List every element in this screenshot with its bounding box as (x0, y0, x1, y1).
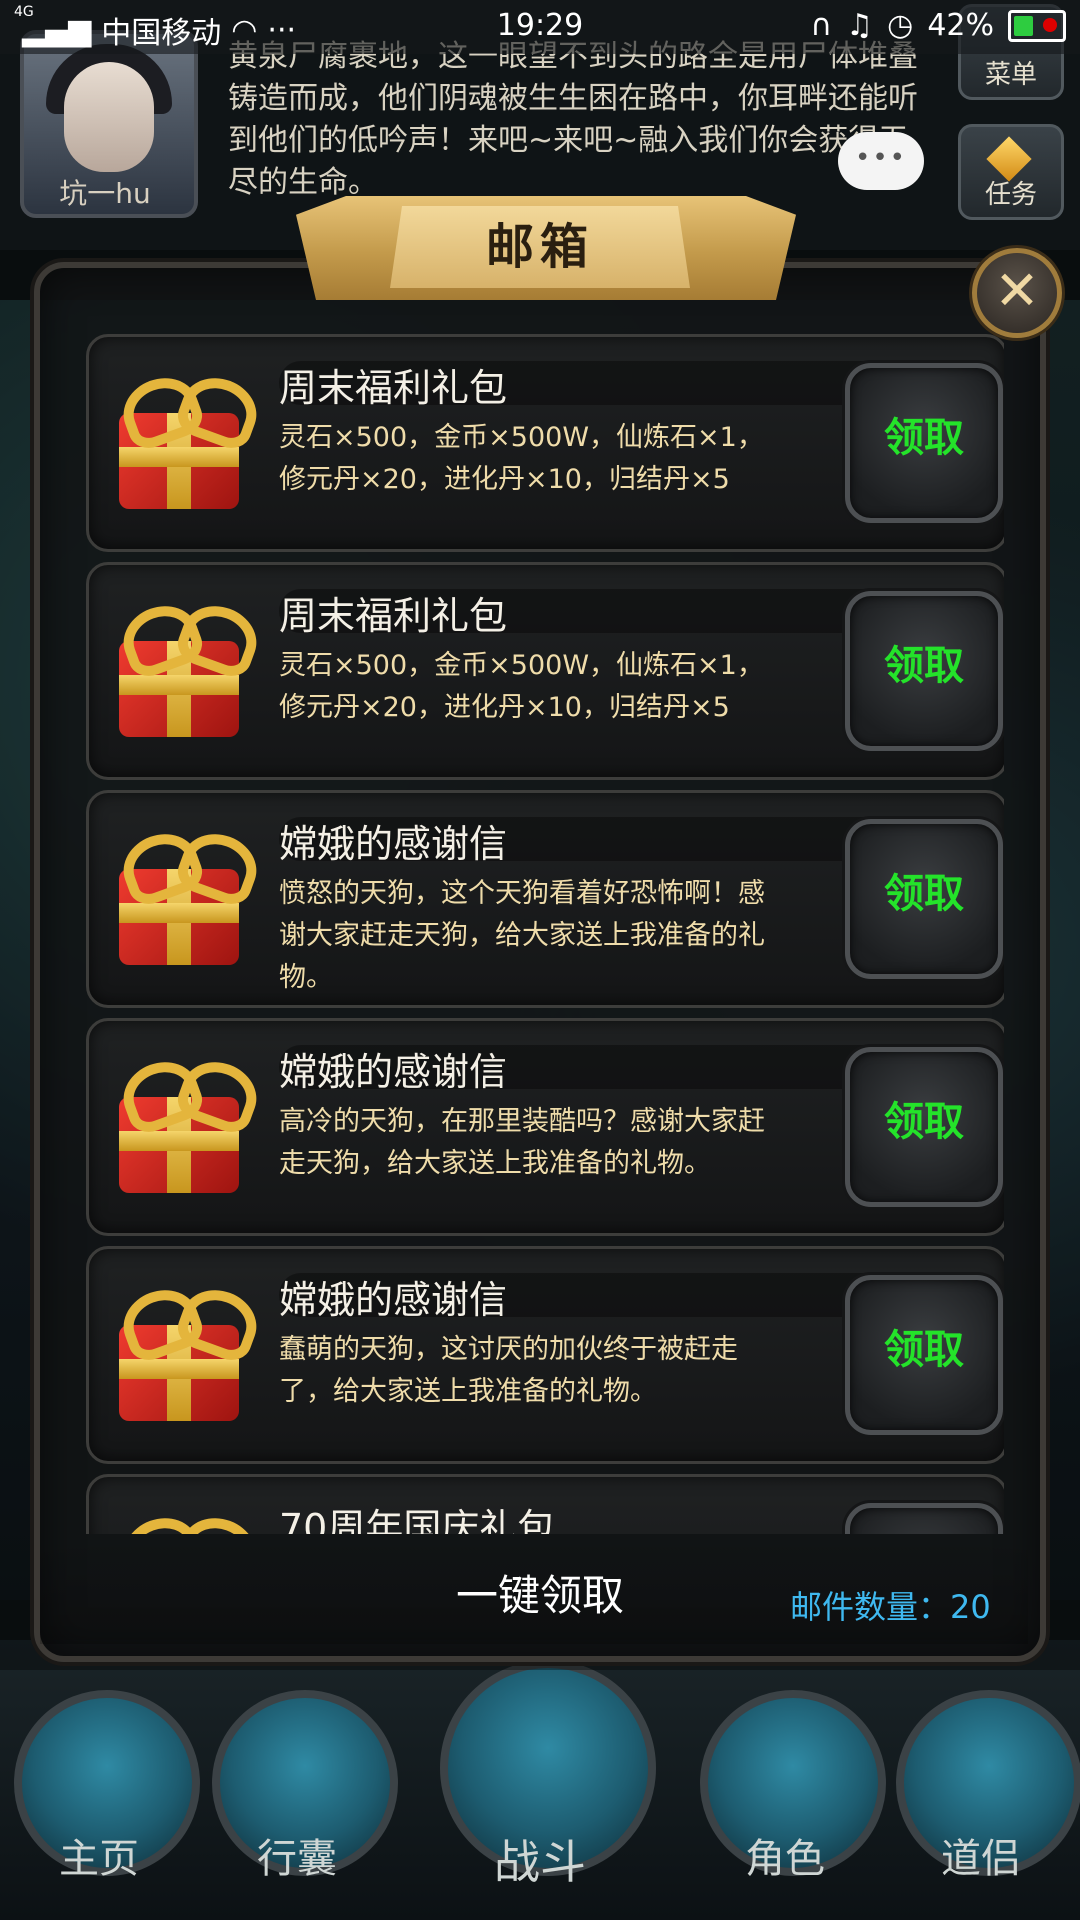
nav-role-label[interactable]: 角色 (700, 1826, 870, 1884)
mail-title: 嫦娥的感谢信 (279, 1278, 508, 1322)
mail-title: 嫦娥的感谢信 (279, 822, 508, 866)
player-name: 坑一hu (59, 177, 151, 210)
headset-icon: ∩ (810, 8, 833, 43)
close-icon[interactable]: ✕ (972, 248, 1062, 338)
mail-description: 灵石×500，金币×500W，仙炼石×1，修元丹×20，进化丹×10，归结丹×5 (279, 650, 764, 723)
task-label: 任务 (984, 180, 1037, 210)
claim-button[interactable]: 领取 (845, 1275, 1003, 1435)
claim-all-button[interactable]: 一键领取 (400, 1562, 680, 1623)
gift-box-icon (109, 593, 266, 743)
battery-icon (1008, 9, 1066, 42)
claim-button[interactable]: 领取 (845, 1503, 1003, 1534)
mailbox-title: 邮箱 (485, 219, 594, 275)
story-text: 黄泉尸腐裹地，这一眼望不到头的路全是用尸体堆叠铸造而成，他们阴魂被生生困在路中，… (228, 39, 918, 200)
mail-description: 蠢萌的天狗，这讨厌的加伙终于被赶走了，给大家送上我准备的礼物。 (279, 1334, 738, 1407)
mail-title: 周末福利礼包 (279, 594, 508, 638)
mail-description: 灵石×500，金币×500W，仙炼石×1，修元丹×20，进化丹×10，归结丹×5 (279, 422, 764, 495)
mail-item: 嫦娥的感谢信 蠢萌的天狗，这讨厌的加伙终于被赶走了，给大家送上我准备的礼物。 领… (86, 1246, 1004, 1464)
battery-fill (1014, 15, 1034, 36)
nav-battle-label[interactable]: 战斗 (455, 1826, 625, 1892)
mail-item: 周末福利礼包 灵石×500，金币×500W，仙炼石×1，修元丹×20，进化丹×1… (86, 334, 1004, 552)
nav-bag-label[interactable]: 行囊 (212, 1826, 382, 1884)
status-bar: 4G ▂▄▆ 中国移动 ◠ ··· 19:29 ∩ ♫ ◷ 42% (0, 0, 1080, 54)
gift-box-icon (109, 1277, 266, 1427)
nav-home-label[interactable]: 主页 (14, 1826, 184, 1884)
claim-button[interactable]: 领取 (845, 1047, 1003, 1207)
mail-item: 70周年国庆礼包 领取 (86, 1474, 1004, 1534)
chat-bubble-icon[interactable]: ••• (838, 132, 924, 190)
mail-title: 70周年国庆礼包 (279, 1506, 556, 1534)
nav-partner-label[interactable]: 道侣 (896, 1826, 1066, 1884)
mail-description: 愤怒的天狗，这个天狗看着好恐怖啊！感谢大家赶走天狗，给大家送上我准备的礼物。 (279, 878, 765, 993)
mail-item: 嫦娥的感谢信 高冷的天狗，在那里装酷吗？感谢大家赶走天狗，给大家送上我准备的礼物… (86, 1018, 1004, 1236)
mute-icon: ♫ (846, 8, 874, 43)
charging-dot (1043, 17, 1057, 32)
alarm-icon: ◷ (887, 8, 914, 43)
gift-box-icon (109, 365, 266, 515)
mail-title: 嫦娥的感谢信 (279, 1050, 508, 1094)
mail-list[interactable]: 周末福利礼包 灵石×500，金币×500W，仙炼石×1，修元丹×20，进化丹×1… (86, 334, 1004, 1534)
battery-percent: 42% (927, 8, 994, 43)
claim-button[interactable]: 领取 (845, 363, 1003, 523)
claim-button[interactable]: 领取 (845, 591, 1003, 751)
mail-title: 周末福利礼包 (279, 366, 508, 410)
gift-box-icon (109, 1505, 266, 1534)
mail-item: 周末福利礼包 灵石×500，金币×500W，仙炼石×1，修元丹×20，进化丹×1… (86, 562, 1004, 780)
mail-count: 邮件数量：20 (790, 1588, 991, 1626)
mail-item: 嫦娥的感谢信 愤怒的天狗，这个天狗看着好恐怖啊！感谢大家赶走天狗，给大家送上我准… (86, 790, 1004, 1008)
gift-box-icon (109, 821, 266, 971)
task-button[interactable]: 任务 (958, 124, 1064, 220)
mail-description: 高冷的天狗，在那里装酷吗？感谢大家赶走天狗，给大家送上我准备的礼物。 (279, 1106, 765, 1179)
menu-label: 菜单 (984, 60, 1037, 90)
avatar-face (64, 62, 154, 172)
gift-box-icon (109, 1049, 266, 1199)
claim-button[interactable]: 领取 (845, 819, 1003, 979)
